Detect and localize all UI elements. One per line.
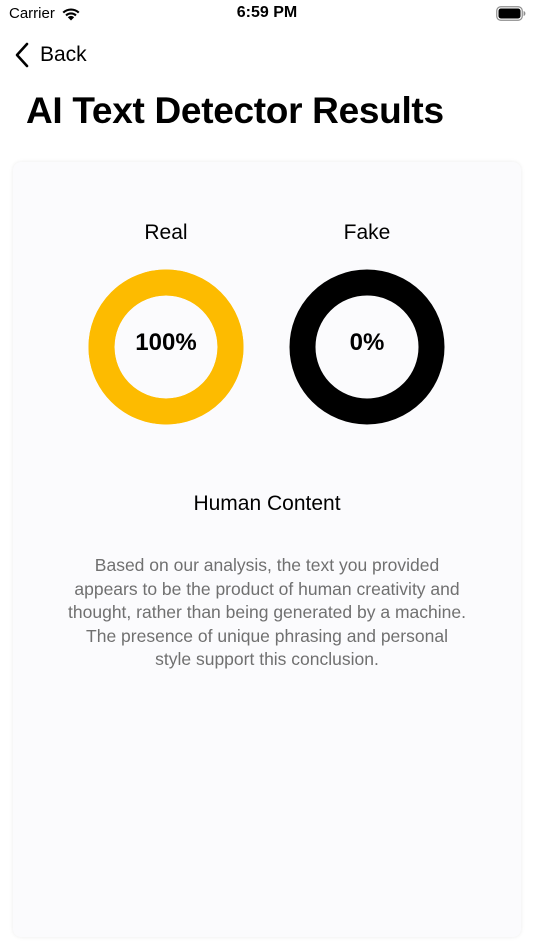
status-bar: Carrier 6:59 PM: [0, 0, 534, 30]
real-ring: 100%: [86, 267, 246, 427]
back-button[interactable]: Back: [14, 40, 87, 70]
real-percentage: 100%: [135, 329, 197, 356]
real-gauge: Real 100%: [86, 220, 246, 427]
back-label: Back: [40, 43, 87, 66]
fake-gauge: Fake 0%: [287, 220, 447, 427]
results-card: Real 100% Fake 0% Human Content Based on…: [13, 162, 521, 937]
fake-ring: 0%: [287, 267, 447, 427]
status-time: 6:59 PM: [236, 4, 298, 21]
result-heading: Human Content: [193, 492, 341, 515]
real-label: Real: [144, 221, 188, 244]
fake-label: Fake: [343, 221, 391, 244]
fake-percentage: 0%: [349, 329, 385, 356]
chevron-left-icon: [15, 42, 29, 68]
screen: Carrier 6:59 PM Back AI Text Detector Re…: [0, 0, 534, 950]
page-title: AI Text Detector Results: [26, 90, 444, 131]
result-description: Based on our analysis, the text you prov…: [68, 555, 466, 669]
battery-icon: [496, 6, 526, 21]
